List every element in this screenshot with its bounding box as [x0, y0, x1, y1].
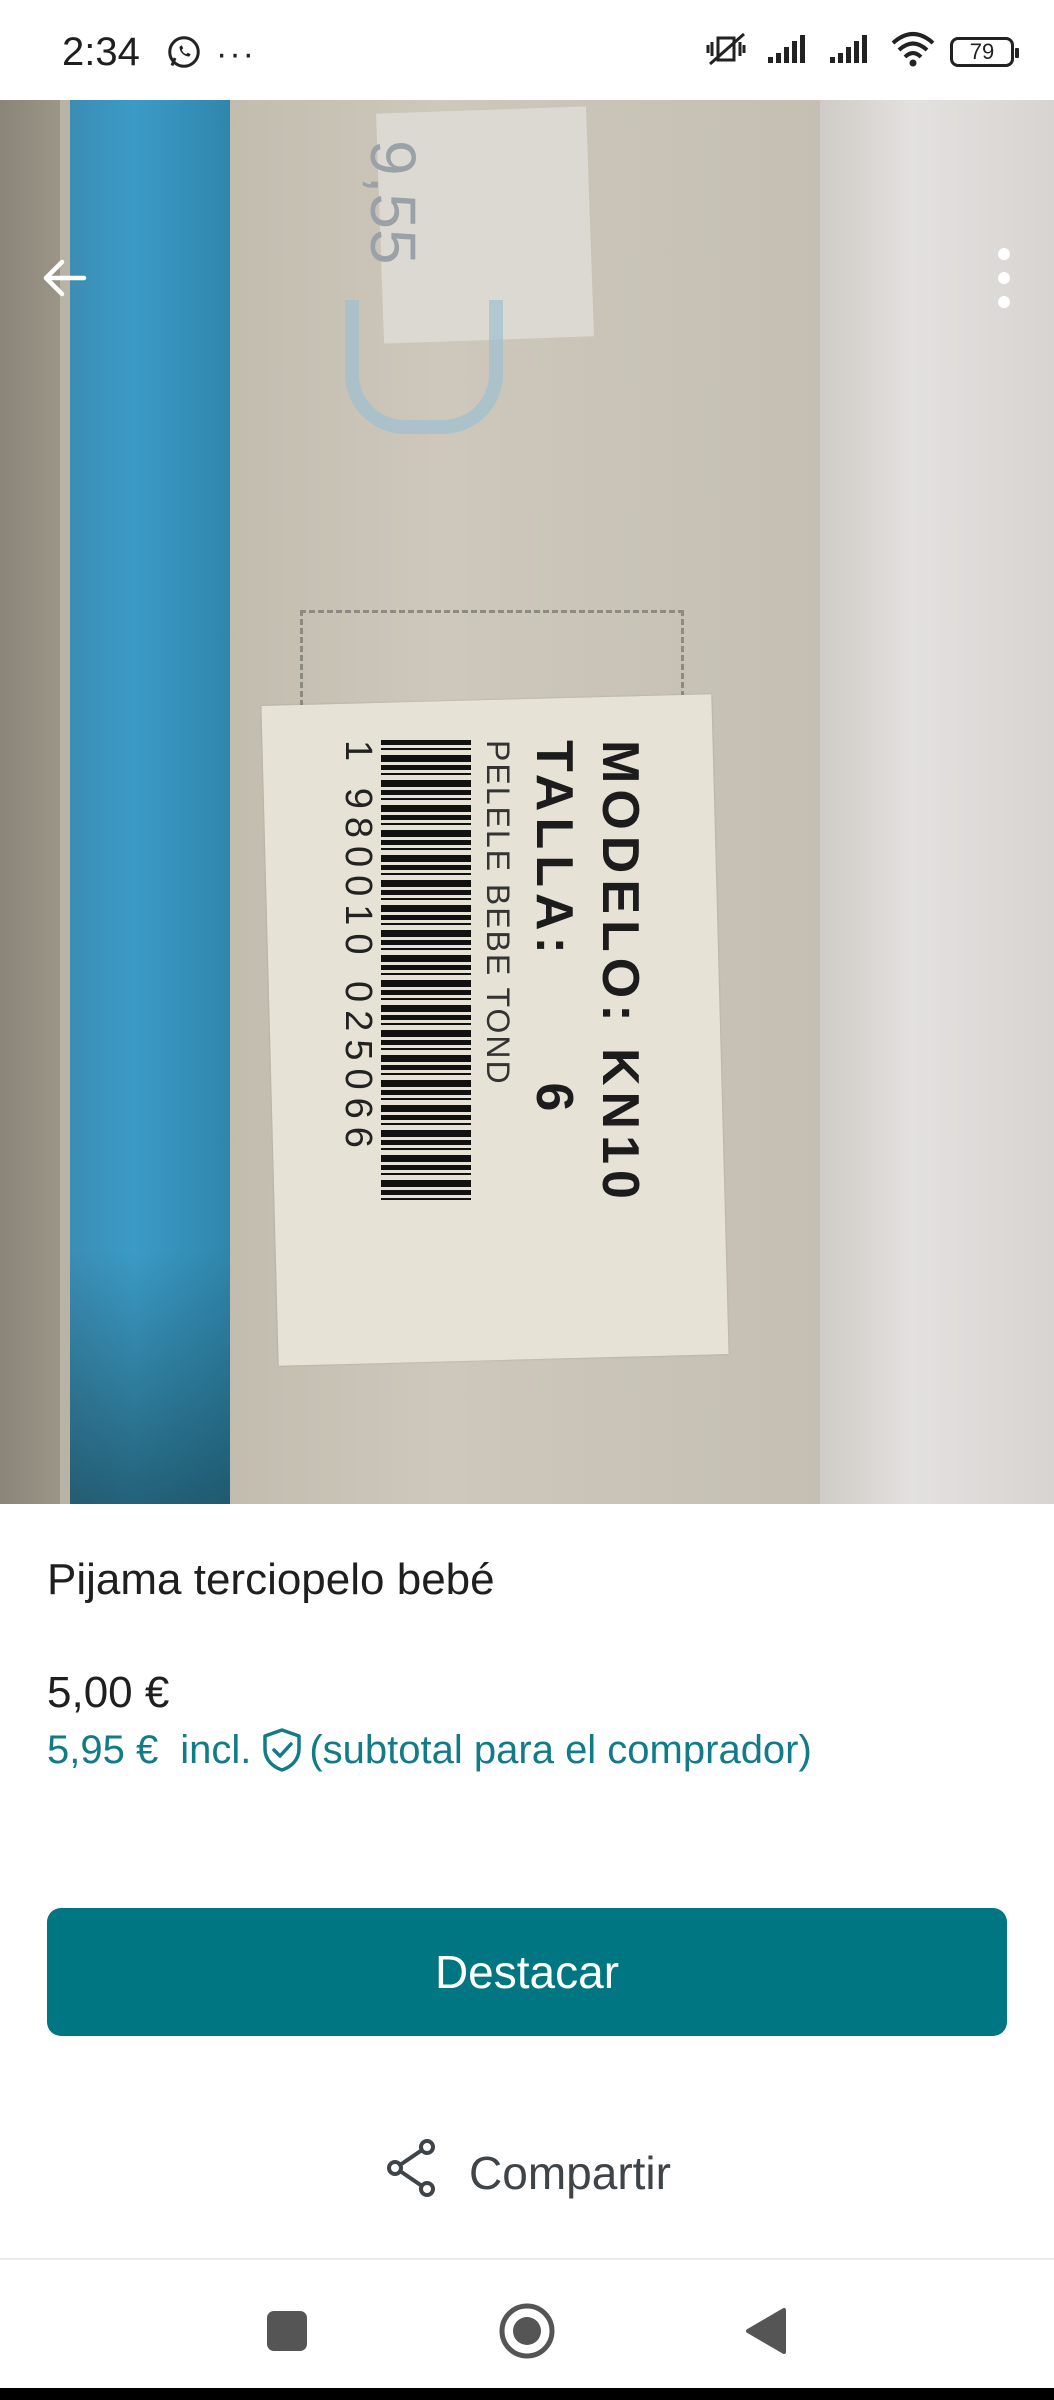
signal-icon-2 [828, 33, 876, 70]
arrow-left-icon [38, 252, 90, 309]
buyer-price-info[interactable]: 5,95 € incl. (subtotal para el comprador… [47, 1727, 812, 1773]
screen-bottom-edge [0, 2388, 1054, 2400]
vibrate-off-icon [704, 30, 752, 73]
whatsapp-icon [166, 34, 202, 75]
back-button[interactable] [24, 240, 104, 320]
status-time: 2:34 [62, 30, 140, 74]
more-notifications-icon: ··· [216, 35, 256, 73]
label-modelo: MODELO: KN10 [591, 740, 649, 1205]
home-circle-icon [497, 2301, 557, 2366]
highlight-button[interactable]: Destacar [47, 1908, 1007, 2036]
more-options-button[interactable] [964, 240, 1044, 320]
triangle-back-icon [742, 2306, 788, 2361]
more-vertical-icon [994, 246, 1014, 315]
photo-label-text: MODELO: KN10 TALLA: 6 PELELE BEBE TOND 1… [336, 740, 650, 1205]
highlight-button-label: Destacar [434, 1946, 620, 1998]
label-barcode-digits: 1 980010 025066 [337, 740, 379, 1156]
photo-stripe-shadow [70, 1250, 230, 1504]
buyer-price-note: (subtotal para el comprador) [309, 1727, 812, 1772]
square-icon [265, 2309, 309, 2358]
label-talla: TALLA: 6 [525, 740, 583, 1118]
wifi-icon [890, 31, 936, 72]
shield-check-icon [261, 1727, 303, 1773]
status-bar: 2:34 ··· 79 [0, 0, 1054, 100]
battery-icon: 79 [950, 36, 1019, 67]
share-icon [383, 2137, 441, 2210]
signal-icon [766, 33, 814, 70]
system-nav-bar [0, 2260, 1054, 2400]
recent-apps-button[interactable] [252, 2298, 322, 2368]
status-system-icons: 79 [704, 30, 1019, 73]
home-button[interactable] [492, 2298, 562, 2368]
buyer-price-value: 5,95 € [47, 1727, 159, 1772]
buyer-price-incl: incl. [180, 1727, 252, 1772]
battery-level: 79 [969, 38, 995, 64]
item-photo-carousel[interactable]: 9,55 MODELO: KN10 TALLA: 6 PELELE BEBE T… [0, 100, 1054, 1504]
barcode-image [381, 740, 471, 1200]
system-back-button[interactable] [730, 2298, 800, 2368]
label-product: PELELE BEBE TOND [480, 740, 516, 1086]
share-button[interactable]: Compartir [0, 2138, 1054, 2208]
item-price: 5,00 € [47, 1668, 170, 1717]
status-notifications: ··· [166, 34, 256, 75]
share-label: Compartir [469, 2147, 671, 2199]
photo-sticker-text: 9,55 [357, 140, 429, 265]
photo-blue-mark [345, 300, 503, 434]
item-title: Pijama terciopelo bebé [47, 1555, 495, 1604]
